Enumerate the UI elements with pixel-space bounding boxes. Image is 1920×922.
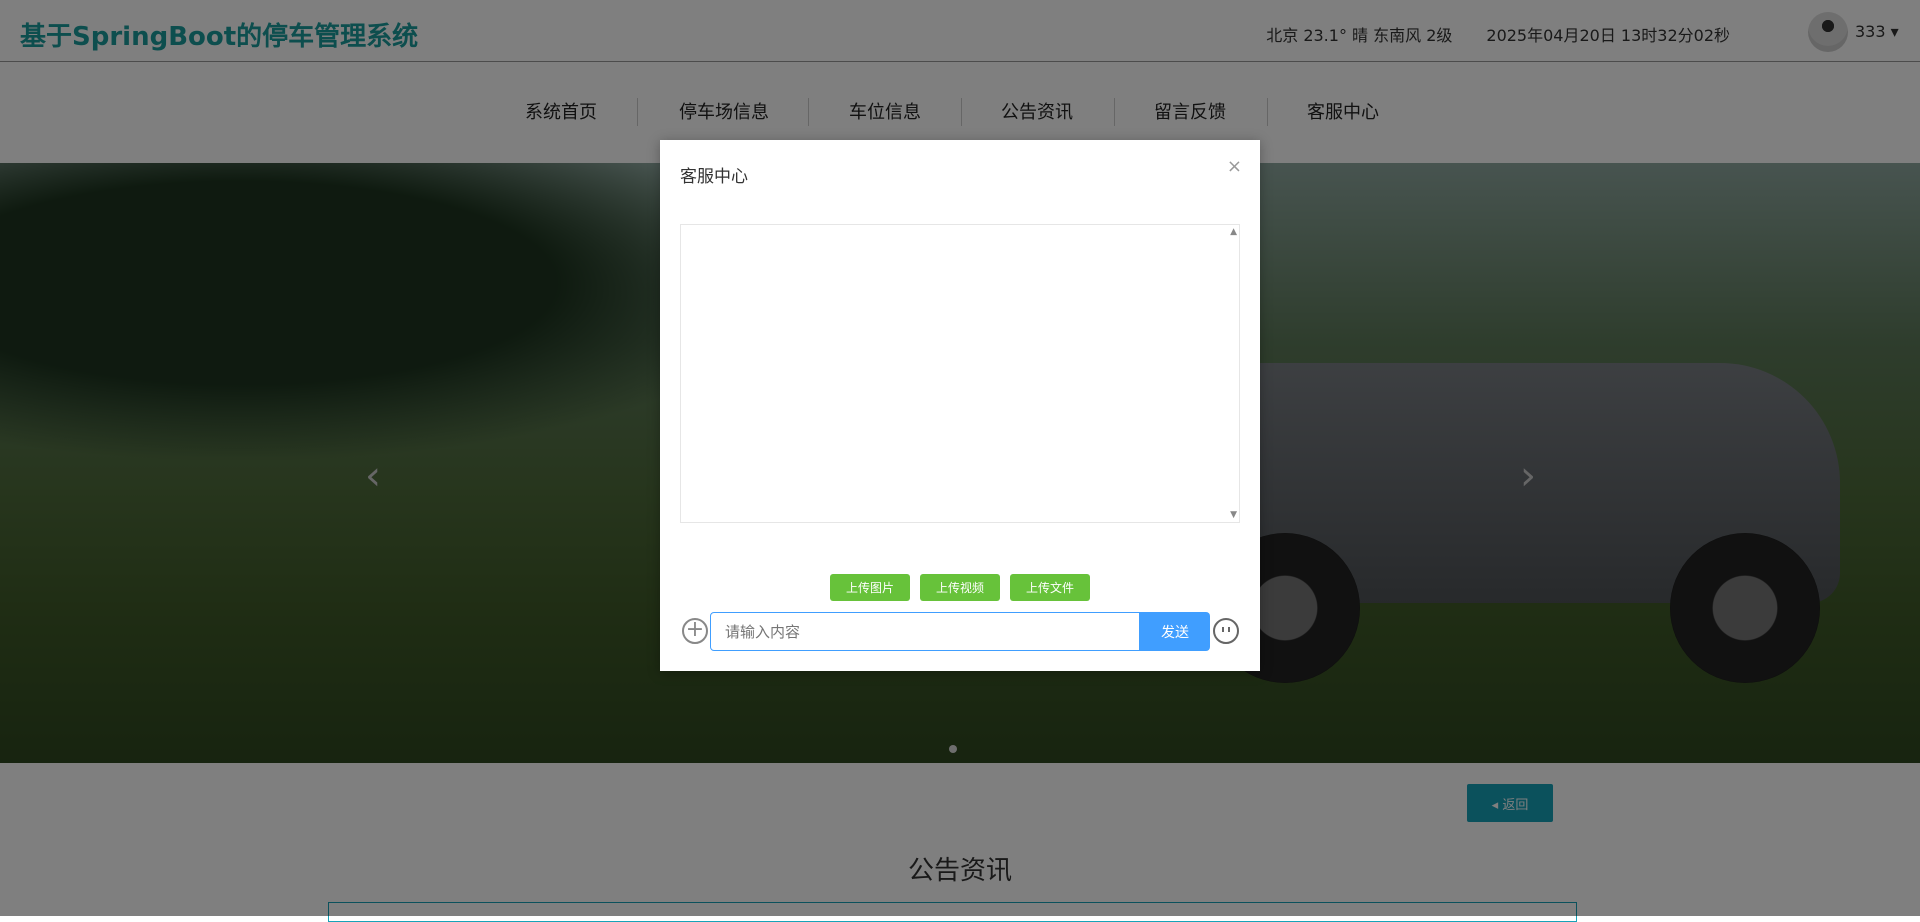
dialog-title: 客服中心 — [680, 167, 748, 187]
customer-service-dialog: 客服中心 × ▲ ▼ 上传图片 上传视频 上传文件 + 发送 — [660, 140, 1260, 671]
scroll-down-icon[interactable]: ▼ — [1230, 510, 1237, 520]
send-button[interactable]: 发送 — [1140, 612, 1210, 651]
upload-image-button[interactable]: 上传图片 — [830, 574, 910, 601]
scroll-up-icon[interactable]: ▲ — [1230, 227, 1237, 237]
upload-video-button[interactable]: 上传视频 — [920, 574, 1000, 601]
message-input[interactable] — [710, 612, 1140, 651]
emoji-icon[interactable] — [1213, 618, 1239, 644]
upload-file-button[interactable]: 上传文件 — [1010, 574, 1090, 601]
close-icon[interactable]: × — [1227, 156, 1242, 177]
plus-icon[interactable]: + — [682, 618, 708, 644]
chat-messages-area[interactable]: ▲ ▼ — [680, 224, 1240, 523]
